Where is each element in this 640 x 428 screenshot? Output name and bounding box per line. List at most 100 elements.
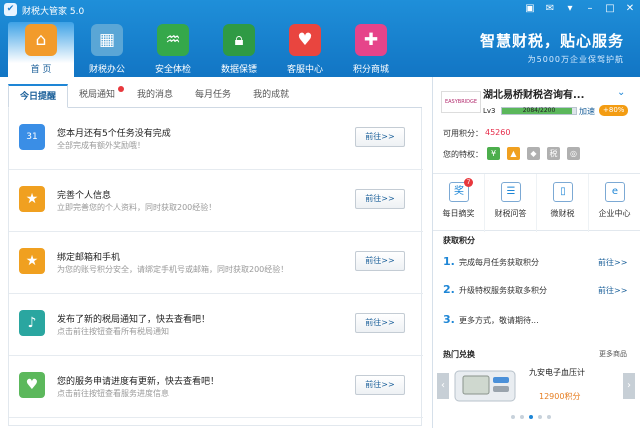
minimize-icon[interactable]: – — [582, 2, 598, 16]
badge-count: 7 — [464, 178, 473, 187]
privilege-green-icon[interactable]: ¥ — [487, 147, 500, 160]
privilege-gray-icon[interactable]: ◆ — [527, 147, 540, 160]
quick-links: 奖 7 每日摘奖 ☰ 财税问答 ▯ 微财税 e 企业中心 — [433, 173, 640, 232]
mail-icon[interactable]: ✉ — [542, 2, 558, 16]
company-logo: EASYBRIDGE — [441, 91, 481, 113]
list-item: ♥ 您的服务申请进度有更新，快去查看吧！ 点击前往按钮查看服务进度信息 前往>> — [9, 356, 423, 418]
privilege-gray-icon[interactable]: 税 — [547, 147, 560, 160]
earn-number: 3. — [443, 313, 455, 326]
task-list: 31 您本月还有5个任务没有完成 全部完成有额外奖励哦！ 前往>> ★ 完善个人… — [8, 108, 423, 426]
tab-messages[interactable]: 我的消息 — [126, 84, 184, 108]
tab-tax-notice[interactable]: 税局通知 — [68, 84, 126, 108]
nav-label: 财税办公 — [88, 65, 125, 75]
carousel-dot[interactable] — [547, 415, 551, 419]
task-title: 完善个人信息 — [57, 191, 112, 201]
quick-link-label: 每日摘奖 — [442, 209, 475, 218]
quick-link-label: 财税问答 — [494, 209, 527, 218]
tab-achievements[interactable]: 我的成就 — [242, 84, 300, 108]
earn-points-title: 获取积分 — [443, 236, 475, 245]
list-item: ★ 完善个人信息 立即完善您的个人资料，同时获取200经验！ 前往>> — [9, 170, 423, 232]
task-title: 您的服务申请进度有更新，快去查看吧！ — [57, 377, 220, 387]
level-label: Lv3 — [483, 107, 496, 115]
exp-value: 2084/2200 — [522, 107, 556, 114]
tab-monthly-tasks[interactable]: 每月任务 — [184, 84, 242, 108]
nav-checkup[interactable]: ♒ 安全体检 — [140, 22, 206, 77]
slogan-title: 智慧财税，贴心服务 — [479, 32, 624, 50]
product-name[interactable]: 九安电子血压计 — [529, 367, 585, 378]
nav-home[interactable]: ⌂ 首 页 — [8, 22, 74, 77]
nav-office[interactable]: ▦ 财税办公 — [74, 22, 140, 77]
quick-link-label: 微财税 — [550, 209, 575, 218]
quick-link-qa[interactable]: ☰ 财税问答 — [485, 174, 537, 232]
carousel-dot[interactable] — [529, 415, 533, 419]
tab-today[interactable]: 今日提醒 — [8, 84, 69, 108]
points-value: 45260 — [485, 128, 511, 137]
list-item: 1. 完成每月任务获取积分 前往>> — [443, 253, 633, 273]
earn-number: 1. — [443, 255, 455, 268]
menu-icon[interactable]: ▾ — [562, 2, 578, 16]
task-title: 发布了新的税局通知了，快去查看吧！ — [57, 315, 211, 325]
blood-pressure-monitor-image[interactable] — [453, 365, 517, 405]
quick-link-enterprise[interactable]: e 企业中心 — [589, 174, 640, 232]
more-products-link[interactable]: 更多商品 — [599, 349, 627, 359]
app-title: 财税大管家 5.0 — [22, 7, 85, 17]
nav-service[interactable]: ♥ 客服中心 — [272, 22, 338, 77]
company-name: 湖北易桥财税咨询有... — [483, 90, 585, 101]
nav-label: 首 页 — [30, 65, 52, 75]
task-desc: 为您的账号积分安全，请绑定手机号或邮箱，同时获取200经验！ — [57, 265, 289, 274]
ie-icon: e — [605, 182, 625, 202]
calendar-icon: 31 — [19, 124, 45, 150]
go-link[interactable]: 前往>> — [598, 257, 627, 268]
nav-data-guard[interactable]: 🔒︎ 数据保镖 — [206, 22, 272, 77]
speed-label: 加速 — [579, 107, 595, 116]
task-desc: 点击前往按钮查看所有税局通知 — [57, 327, 169, 336]
points-label: 可用积分： — [443, 129, 483, 138]
close-icon[interactable]: ✕ — [622, 2, 638, 16]
maximize-icon[interactable]: □ — [602, 2, 618, 16]
star-icon: ★ — [19, 186, 45, 212]
list-item: 3. 更多方式，敬请期待... — [443, 311, 633, 331]
privilege-label: 您的特权： — [443, 150, 483, 159]
go-button[interactable]: 前往>> — [355, 189, 405, 209]
header-bar: ✔ 财税大管家 5.0 ▣ ✉ ▾ – □ ✕ ⌂ 首 页 ▦ 财税办公 ♒ 安… — [0, 0, 640, 77]
nav-label: 数据保镖 — [220, 65, 257, 75]
notice-dot-icon — [118, 86, 125, 92]
title-bar: ✔ 财税大管家 5.0 ▣ ✉ ▾ – □ ✕ — [0, 0, 640, 20]
carousel-dot[interactable] — [538, 415, 542, 419]
qa-icon: ☰ — [501, 182, 521, 202]
chevron-down-icon[interactable]: ⌄ — [617, 87, 625, 98]
go-link[interactable]: 前往>> — [598, 285, 627, 296]
list-item: 2. 升级特权服务获取多积分 前往>> — [443, 281, 633, 301]
product-points: 12900积分 — [539, 392, 581, 401]
go-button[interactable]: 前往>> — [355, 127, 405, 147]
list-item: ♪ 发布了新的税局通知了，快去查看吧！ 点击前往按钮查看所有税局通知 前往>> — [9, 294, 423, 356]
heart-calendar-icon: ♥ — [289, 24, 321, 56]
privilege-orange-icon[interactable]: ▲ — [507, 147, 520, 160]
go-button[interactable]: 前往>> — [355, 375, 405, 395]
task-title: 您本月还有5个任务没有完成 — [57, 129, 171, 139]
carousel-dot[interactable] — [520, 415, 524, 419]
image-icon[interactable]: ▣ — [522, 2, 538, 16]
earn-text: 完成每月任务获取积分 — [459, 258, 539, 267]
carousel-dot[interactable] — [511, 415, 515, 419]
gift-icon: ✚ — [355, 24, 387, 56]
task-title: 绑定邮箱和手机 — [57, 253, 121, 263]
office-icon: ▦ — [91, 24, 123, 56]
slogan-subtitle: 为5000万企业保驾护航 — [527, 55, 624, 64]
mobile-icon: ▯ — [553, 182, 573, 202]
quick-link-mobile[interactable]: ▯ 微财税 — [537, 174, 589, 232]
speaker-icon: ♪ — [19, 310, 45, 336]
checkup-icon: ♒ — [157, 24, 189, 56]
carousel-dots — [511, 415, 556, 419]
list-item: ★ 绑定邮箱和手机 为您的账号积分安全，请绑定手机号或邮箱，同时获取200经验！… — [9, 232, 423, 294]
chevron-right-icon[interactable]: › — [623, 373, 635, 399]
chevron-left-icon[interactable]: ‹ — [437, 373, 449, 399]
go-button[interactable]: 前往>> — [355, 251, 405, 271]
privilege-gray-icon[interactable]: ◎ — [567, 147, 580, 160]
quick-link-lottery[interactable]: 奖 7 每日摘奖 — [433, 174, 485, 232]
nav-mall[interactable]: ✚ 积分商城 — [338, 22, 404, 77]
home-icon: ⌂ — [25, 24, 57, 56]
earn-number: 2. — [443, 283, 455, 296]
go-button[interactable]: 前往>> — [355, 313, 405, 333]
task-desc: 立即完善您的个人资料，同时获取200经验！ — [57, 203, 217, 212]
